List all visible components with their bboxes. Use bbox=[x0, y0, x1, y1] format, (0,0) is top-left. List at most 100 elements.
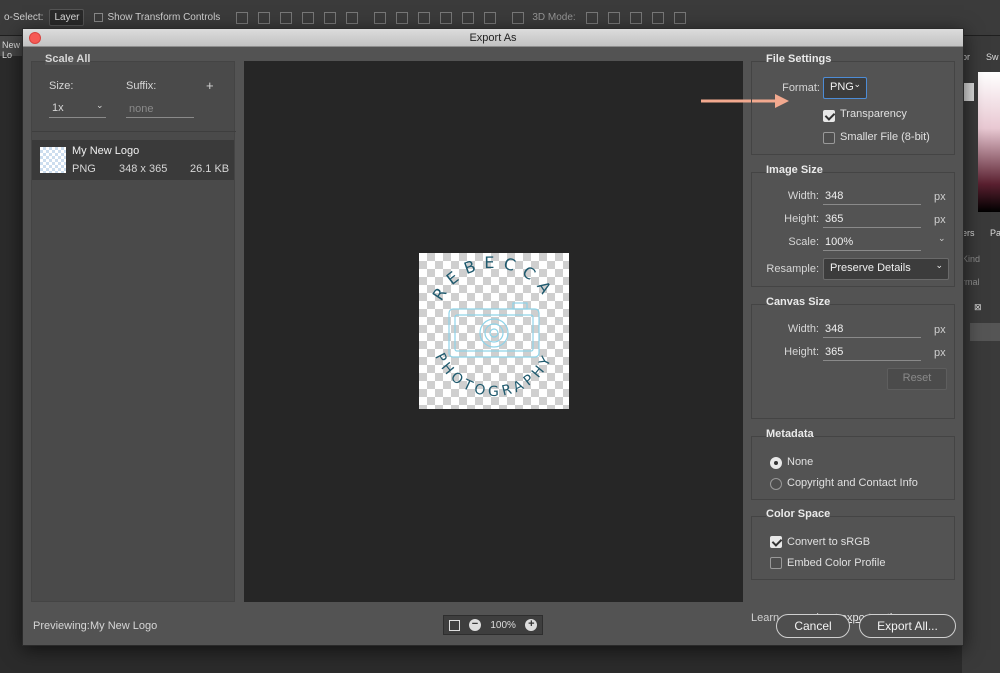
previewing-value: My New Logo bbox=[90, 620, 158, 632]
chevron-down-icon: ⌄ bbox=[935, 260, 943, 270]
format-label: Format: bbox=[782, 82, 820, 94]
align-vcenter-icon[interactable] bbox=[258, 11, 271, 24]
metadata-title: Metadata bbox=[766, 428, 814, 440]
suffix-underline bbox=[126, 117, 194, 118]
size-value: 1x bbox=[52, 102, 64, 114]
align-right-icon[interactable] bbox=[346, 11, 359, 24]
align-left-icon[interactable] bbox=[302, 11, 315, 24]
align-hcenter-icon[interactable] bbox=[324, 11, 337, 24]
asset-name: My New Logo bbox=[72, 145, 140, 157]
distribute-hcenter-icon[interactable] bbox=[462, 11, 475, 24]
file-settings-group: File Settings Format: PNG ⌄ Transparency… bbox=[751, 53, 955, 155]
color-space-title: Color Space bbox=[766, 508, 831, 520]
distribute-top-icon[interactable] bbox=[374, 11, 387, 24]
distribute-bottom-icon[interactable] bbox=[418, 11, 431, 24]
lock-icon[interactable]: ⊠ bbox=[974, 302, 982, 313]
format-dropdown[interactable]: PNG ⌄ bbox=[823, 77, 867, 99]
color-swatch[interactable] bbox=[963, 83, 974, 101]
close-button[interactable] bbox=[29, 32, 41, 44]
3d-roll-icon[interactable] bbox=[607, 11, 620, 24]
auto-align-icon[interactable] bbox=[512, 11, 525, 24]
chevron-down-icon: ⌄ bbox=[96, 100, 104, 110]
distribute-left-icon[interactable] bbox=[440, 11, 453, 24]
distribute-vcenter-icon[interactable] bbox=[396, 11, 409, 24]
metadata-none-label: None bbox=[787, 456, 814, 468]
3d-rotate-icon[interactable] bbox=[585, 11, 598, 24]
color-space-group: Color Space Convert to sRGB Embed Color … bbox=[751, 508, 955, 580]
scale-all-section: Scale All Size: Suffix: + 1x ⌄ none bbox=[32, 53, 236, 132]
previewing-label: Previewing: bbox=[33, 620, 90, 632]
smaller-file-label: Smaller File (8-bit) bbox=[840, 131, 930, 143]
fit-to-screen-icon[interactable] bbox=[448, 619, 460, 631]
embed-profile-checkbox[interactable] bbox=[770, 557, 782, 569]
metadata-copyright-label: Copyright and Contact Info bbox=[787, 477, 918, 489]
3d-pan-icon[interactable] bbox=[629, 11, 642, 24]
logo-bottom-text: PHOTOGRAPHY bbox=[431, 351, 556, 401]
resample-dropdown[interactable]: Preserve Details ⌄ bbox=[823, 258, 949, 280]
reset-button[interactable]: Reset bbox=[887, 368, 947, 390]
asset-format: PNG bbox=[72, 163, 96, 175]
suffix-input[interactable]: none bbox=[129, 103, 153, 115]
distribute-right-icon[interactable] bbox=[484, 11, 497, 24]
canvas-height-label: Height: bbox=[784, 346, 819, 358]
dialog-footer: Previewing: My New Logo − 100% + Cancel … bbox=[23, 604, 963, 646]
resample-label: Resample: bbox=[766, 263, 819, 275]
file-settings-title: File Settings bbox=[766, 53, 832, 65]
auto-select-dropdown[interactable]: Layer bbox=[49, 9, 85, 26]
transparency-label: Transparency bbox=[840, 108, 907, 120]
convert-srgb-checkbox[interactable] bbox=[770, 536, 782, 548]
document-tab[interactable]: New Lo bbox=[0, 36, 22, 60]
kind-filter[interactable]: Kind bbox=[962, 254, 980, 264]
layer-row[interactable] bbox=[970, 323, 1000, 341]
canvas-width-label: Width: bbox=[787, 323, 819, 335]
chevron-down-icon[interactable]: ⌄ bbox=[938, 233, 946, 244]
camera-icon bbox=[448, 302, 540, 358]
image-width-input[interactable]: 348 bbox=[823, 189, 921, 205]
canvas-width-input[interactable]: 348 bbox=[823, 322, 921, 338]
image-size-title: Image Size bbox=[766, 164, 823, 176]
image-size-group: Image Size Width: 348 px Height: 365 px … bbox=[751, 164, 955, 287]
canvas-height-input[interactable]: 365 bbox=[823, 345, 921, 361]
metadata-none-radio[interactable] bbox=[770, 457, 782, 469]
asset-thumbnail bbox=[40, 147, 66, 173]
paths-panel-tab[interactable]: Pa bbox=[990, 228, 1000, 238]
transform-controls-checkbox[interactable] bbox=[94, 13, 104, 22]
color-picker-field[interactable] bbox=[978, 72, 1000, 212]
zoom-level: 100% bbox=[490, 619, 516, 631]
transparency-checkbox[interactable] bbox=[823, 110, 835, 122]
image-height-input[interactable]: 365 bbox=[823, 212, 921, 228]
zoom-out-icon[interactable]: − bbox=[469, 619, 482, 631]
cancel-button[interactable]: Cancel bbox=[776, 614, 850, 638]
dialog-title: Export As bbox=[469, 32, 517, 44]
metadata-copyright-radio[interactable] bbox=[770, 478, 782, 490]
export-all-button[interactable]: Export All... bbox=[859, 614, 956, 638]
suffix-label: Suffix: bbox=[126, 80, 157, 92]
smaller-file-checkbox[interactable] bbox=[823, 132, 835, 144]
3d-scale-icon[interactable] bbox=[673, 11, 686, 24]
format-value: PNG bbox=[830, 81, 854, 93]
scale-input[interactable]: 100% bbox=[823, 235, 921, 251]
swatches-panel-tab[interactable]: Sw bbox=[986, 52, 999, 62]
blend-mode[interactable]: rmal bbox=[962, 277, 980, 287]
add-scale-button[interactable]: + bbox=[206, 78, 214, 93]
logo-top-text: REBECCA bbox=[429, 253, 560, 304]
size-label: Size: bbox=[49, 80, 74, 92]
align-top-icon[interactable] bbox=[236, 11, 249, 24]
rebecca-photography-logo: REBECCA PHOTOGRAPHY bbox=[429, 253, 560, 401]
3d-slide-icon[interactable] bbox=[651, 11, 664, 24]
zoom-in-icon[interactable]: + bbox=[525, 619, 538, 631]
embed-profile-label: Embed Color Profile bbox=[787, 557, 886, 569]
export-as-dialog: Export As Scale All Size: Suffix: + 1x ⌄… bbox=[22, 28, 964, 646]
convert-srgb-label: Convert to sRGB bbox=[787, 536, 871, 548]
asset-row[interactable]: My New Logo PNG 348 x 365 26.1 KB bbox=[32, 140, 234, 180]
transform-controls-label: Show Transform Controls bbox=[107, 12, 221, 23]
asset-list-pane: Scale All Size: Suffix: + 1x ⌄ none My N… bbox=[31, 53, 236, 602]
chevron-down-icon: ⌄ bbox=[853, 79, 861, 89]
dialog-titlebar: Export As bbox=[23, 29, 963, 47]
align-bottom-icon[interactable] bbox=[280, 11, 293, 24]
size-dropdown[interactable]: 1x ⌄ bbox=[52, 100, 106, 116]
scale-all-title: Scale All bbox=[45, 53, 91, 65]
canvas-height-unit: px bbox=[934, 347, 946, 359]
zoom-controls: − 100% + bbox=[443, 615, 543, 635]
image-width-label: Width: bbox=[787, 190, 819, 202]
